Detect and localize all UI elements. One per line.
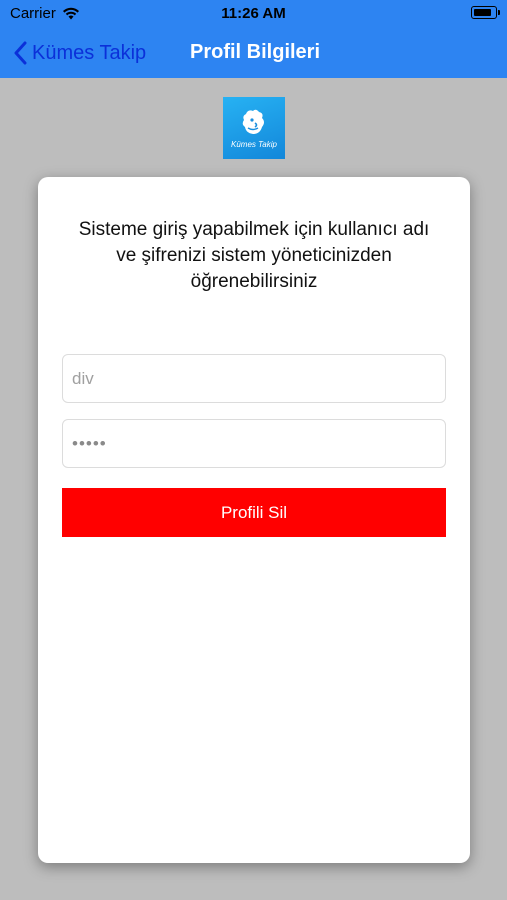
info-text: Sisteme giriş yapabilmek için kullanıcı … (78, 219, 430, 292)
delete-profile-button[interactable]: Profili Sil (62, 488, 446, 537)
back-button-label: Kümes Takip (32, 41, 147, 64)
profile-card: Sisteme giriş yapabilmek için kullanıcı … (38, 177, 470, 863)
chevron-left-icon (14, 41, 27, 65)
battery-icon (471, 6, 500, 19)
back-button[interactable]: Kümes Takip (14, 38, 146, 68)
status-bar: Carrier 11:26 AM (0, 0, 507, 28)
navigation-bar: Kümes Takip Profil Bilgileri (0, 28, 507, 78)
password-input[interactable] (62, 419, 446, 468)
chicken-logo-icon (242, 109, 264, 134)
logo-text: Kümes Takip (231, 139, 277, 149)
username-input[interactable] (62, 354, 446, 403)
status-time: 11:26 AM (221, 5, 286, 22)
page-title: Profil Bilgileri (190, 41, 321, 63)
app-logo: Kümes Takip (223, 97, 285, 159)
